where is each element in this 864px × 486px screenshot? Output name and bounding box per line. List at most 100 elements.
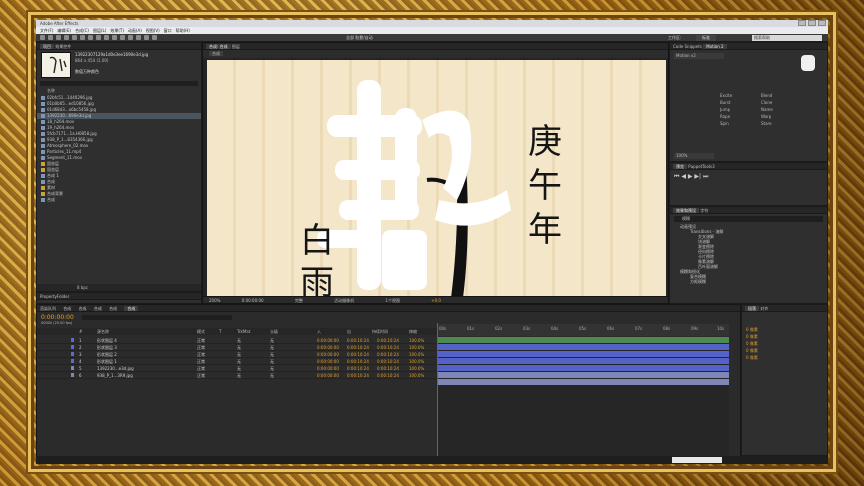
label-color-swatch[interactable] [71,352,74,356]
work-area-bar[interactable] [437,337,729,343]
layer-duration[interactable]: 0:00:10:24 [377,351,399,358]
list-item[interactable]: 合成 [37,197,201,203]
brush-tool-icon[interactable] [120,35,125,40]
close-button[interactable] [818,20,826,26]
menu-animation[interactable]: 动画(A) [128,27,142,34]
blend-button[interactable]: Blend [761,93,800,98]
menu-composition[interactable]: 合成(C) [75,27,89,34]
selection-tool-icon[interactable] [48,35,53,40]
tree-item[interactable]: 方框模糊 [670,279,827,284]
text-tool-icon[interactable] [112,35,117,40]
table-row[interactable]: 4 形状图层 1 正常 无 无 0:00:00:00 0:00:10:24 0:00:10:2… [37,358,437,365]
tab-align[interactable]: 对齐 [760,306,768,311]
zoom-select[interactable]: 200% [209,298,220,303]
menu-layer[interactable]: 图层(L) [93,27,106,34]
camera-select[interactable]: 活动摄像机 [334,298,354,303]
column-source-name[interactable]: 源名称 [97,328,109,335]
table-row[interactable]: 3 形状图层 2 正常 无 无 0:00:00:00 0:00:10:24 0:00:10:2… [37,351,437,358]
composition-canvas[interactable]: 静 庚 午 年 白 雨 [207,60,666,298]
roto-brush-tool-icon[interactable] [144,35,149,40]
label-color-swatch[interactable] [71,373,74,377]
layer-out[interactable]: 0:00:10:24 [347,344,369,351]
resolution-select[interactable]: 完整 [295,298,303,303]
excite-button[interactable]: Excite [720,93,759,98]
stare-button[interactable]: Stare [761,121,800,126]
layer-name[interactable]: 形状图层 3 [97,344,117,351]
rope-button[interactable]: Rope [720,114,759,119]
clone-tool-icon[interactable] [128,35,133,40]
clone-button[interactable]: Clone [761,100,800,105]
tab-timeline-comp[interactable]: 合成 [79,306,87,311]
previous-frame-icon[interactable]: ◀ [681,173,686,180]
playhead[interactable] [437,323,438,457]
pan-behind-tool-icon[interactable] [88,35,93,40]
layer-duration-bar[interactable] [437,365,729,371]
layer-out[interactable]: 0:00:10:24 [347,358,369,365]
tab-preview[interactable]: 预览 [673,164,687,169]
layer-stretch[interactable]: 100.0% [409,351,424,358]
indent-left-field[interactable]: 0 像素 [746,326,823,333]
table-row[interactable]: 1 形状图层 4 正常 无 无 0:00:00:00 0:00:10:24 0:00:10:2… [37,337,437,344]
layer-name[interactable]: 938_P_1...3R9.jpg [97,372,133,379]
table-row[interactable]: 5 1392230...e3d.jpg 正常 无 无 0:00:00:00 0:00:10:… [37,365,437,372]
layer-stretch[interactable]: 100.0% [409,344,424,351]
layer-duration-bar[interactable] [437,344,729,350]
tab-timeline-active[interactable]: 合成 [124,306,139,311]
layer-name[interactable]: 形状图层 1 [97,358,117,365]
pen-tool-icon[interactable] [104,35,109,40]
views-select[interactable]: 1个视图 [385,298,400,303]
jump-button[interactable]: Jump [720,107,759,112]
table-row[interactable]: 2 形状图层 3 正常 无 无 0:00:00:00 0:00:10:24 0:00:10:2… [37,344,437,351]
menu-file[interactable]: 文件(F) [40,27,53,34]
layer-name[interactable]: 形状图层 2 [97,351,117,358]
layer-duration-bar[interactable] [437,372,729,378]
layer-trkmat[interactable]: 无 [237,337,241,344]
layer-parent[interactable]: 无 [270,358,274,365]
layer-out[interactable]: 0:00:10:24 [347,351,369,358]
help-search-input[interactable]: 搜索帮助 [752,35,822,41]
layer-mode[interactable]: 正常 [197,337,205,344]
tab-character[interactable]: 字符 [700,208,708,213]
maximize-button[interactable] [808,20,816,26]
project-column-name[interactable]: 名称 [47,88,55,94]
play-icon[interactable]: ▶ [688,173,693,180]
workspace-select[interactable]: 标准 [696,35,716,41]
layer-in[interactable]: 0:00:00:00 [317,351,339,358]
layer-parent[interactable]: 无 [270,351,274,358]
space-after-field[interactable]: 0 像素 [746,354,823,361]
layer-parent[interactable]: 无 [270,365,274,372]
layer-out[interactable]: 0:00:10:24 [347,337,369,344]
exposure-value[interactable]: +0.0 [431,298,441,303]
layer-trkmat[interactable]: 无 [237,351,241,358]
layer-stretch[interactable]: 100.0% [409,337,424,344]
layer-duration[interactable]: 0:00:10:24 [377,337,399,344]
layer-parent[interactable]: 无 [270,337,274,344]
minimize-button[interactable] [798,20,806,26]
layer-duration-bar[interactable] [437,358,729,364]
tab-project[interactable]: 项目 [40,44,54,49]
timeline-ruler[interactable]: 00s 01s 02s 03s 04s 05s 06s 07s 08s 09s … [437,324,729,336]
property-panel-tab[interactable]: PropertyFolder [37,293,201,300]
indent-right-field[interactable]: 0 像素 [746,340,823,347]
menu-window[interactable]: 窗口 [164,27,172,34]
puppet-tool-icon[interactable] [152,35,157,40]
menu-edit[interactable]: 编辑(E) [57,27,71,34]
label-color-swatch[interactable] [71,359,74,363]
layer-mode[interactable]: 正常 [197,372,205,379]
label-color-swatch[interactable] [71,366,74,370]
layer-mode[interactable]: 正常 [197,365,205,372]
layer-duration-bar[interactable] [437,351,729,357]
layer-out[interactable]: 0:00:10:24 [347,372,369,379]
tab-timeline-comp[interactable]: 合成 [109,306,117,311]
layer-in[interactable]: 0:00:00:00 [317,344,339,351]
rotate-tool-icon[interactable] [72,35,77,40]
layer-in[interactable]: 0:00:00:00 [317,372,339,379]
tab-puppet-tools[interactable]: PuppetTools3 [688,164,714,169]
layer-mode[interactable]: 正常 [197,351,205,358]
ime-indicator-icon[interactable] [672,457,722,463]
camera-tool-icon[interactable] [80,35,85,40]
tab-effects-presets[interactable]: 效果和预设 [673,208,699,213]
timeline-timecode[interactable]: 0:00:00:00 [41,314,74,321]
layer-trkmat[interactable]: 无 [237,365,241,372]
tab-render-queue[interactable]: 渲染队列 [40,306,56,311]
